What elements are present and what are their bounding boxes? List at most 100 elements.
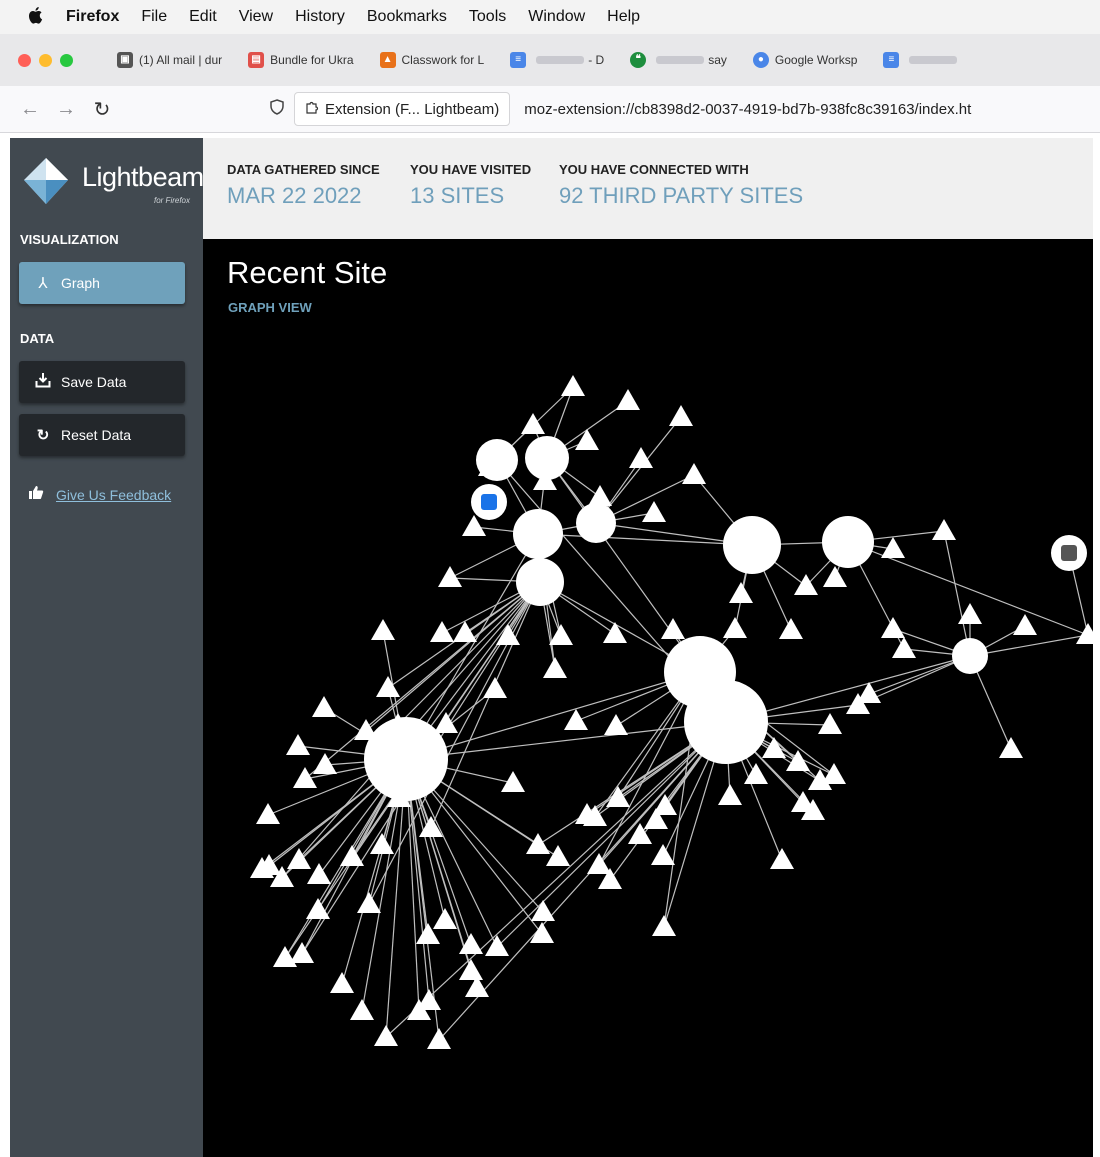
feedback-link[interactable]: Give Us Feedback bbox=[28, 485, 171, 504]
tab-gmail[interactable]: ▣ (1) All mail | dur bbox=[117, 52, 222, 68]
visited-site-node[interactable] bbox=[723, 516, 781, 574]
third-party-node[interactable] bbox=[546, 845, 570, 866]
third-party-node[interactable] bbox=[307, 863, 331, 884]
third-party-node[interactable] bbox=[350, 999, 374, 1020]
visited-site-node[interactable] bbox=[822, 516, 874, 568]
menu-bookmarks[interactable]: Bookmarks bbox=[367, 8, 447, 26]
menu-help[interactable]: Help bbox=[607, 8, 640, 26]
visited-site-node[interactable] bbox=[525, 436, 569, 480]
tab-workspace[interactable]: ● Google Worksp bbox=[752, 52, 857, 68]
visited-site-node[interactable] bbox=[476, 439, 518, 481]
menu-file[interactable]: File bbox=[141, 8, 167, 26]
graph-button[interactable]: ⅄ Graph bbox=[19, 262, 185, 304]
third-party-node[interactable] bbox=[483, 677, 507, 698]
visited-site-node[interactable] bbox=[684, 680, 768, 764]
menu-window[interactable]: Window bbox=[528, 8, 585, 26]
third-party-node[interactable] bbox=[661, 618, 685, 639]
visited-site-node[interactable] bbox=[364, 717, 448, 801]
tab-classwork[interactable]: ▲ Classwork for L bbox=[379, 52, 484, 68]
apple-icon[interactable] bbox=[28, 6, 50, 29]
third-party-node[interactable] bbox=[371, 619, 395, 640]
third-party-node[interactable] bbox=[549, 624, 573, 645]
visited-site-node[interactable] bbox=[952, 638, 988, 674]
third-party-node[interactable] bbox=[521, 413, 545, 434]
extension-label: Extension (F... Lightbeam) bbox=[325, 100, 500, 118]
visited-site-node[interactable] bbox=[516, 558, 564, 606]
third-party-node[interactable] bbox=[652, 915, 676, 936]
third-party-node[interactable] bbox=[588, 485, 612, 506]
menu-history[interactable]: History bbox=[295, 8, 345, 26]
third-party-node[interactable] bbox=[564, 709, 588, 730]
third-party-node[interactable] bbox=[459, 959, 483, 980]
third-party-node[interactable] bbox=[770, 848, 794, 869]
third-party-node[interactable] bbox=[286, 734, 310, 755]
third-party-node[interactable] bbox=[729, 582, 753, 603]
third-party-node[interactable] bbox=[256, 803, 280, 824]
reload-icon[interactable]: ↻ bbox=[84, 97, 120, 122]
url-field[interactable]: moz-extension://cb8398d2-0037-4919-bd7b-… bbox=[524, 101, 1044, 118]
third-party-node[interactable] bbox=[718, 784, 742, 805]
third-party-node[interactable] bbox=[629, 447, 653, 468]
third-party-node[interactable] bbox=[526, 833, 550, 854]
third-party-node[interactable] bbox=[374, 1025, 398, 1046]
tab-doc[interactable]: ≡ - D bbox=[510, 52, 604, 68]
forward-arrow-icon[interactable]: → bbox=[48, 98, 84, 121]
third-party-node[interactable] bbox=[744, 763, 768, 784]
third-party-node[interactable] bbox=[313, 753, 337, 774]
menu-firefox[interactable]: Firefox bbox=[66, 8, 119, 26]
visited-site-node[interactable] bbox=[513, 509, 563, 559]
third-party-node[interactable] bbox=[823, 566, 847, 587]
third-party-node[interactable] bbox=[818, 713, 842, 734]
third-party-node[interactable] bbox=[604, 714, 628, 735]
third-party-node[interactable] bbox=[561, 375, 585, 396]
third-party-node[interactable] bbox=[453, 621, 477, 642]
third-party-node[interactable] bbox=[430, 621, 454, 642]
third-party-node[interactable] bbox=[932, 519, 956, 540]
third-party-node[interactable] bbox=[669, 405, 693, 426]
third-party-node[interactable] bbox=[530, 922, 554, 943]
third-party-node[interactable] bbox=[312, 696, 336, 717]
shield-icon[interactable] bbox=[270, 98, 284, 120]
third-party-node[interactable] bbox=[273, 946, 297, 967]
third-party-node[interactable] bbox=[370, 833, 394, 854]
visited-site-node[interactable] bbox=[576, 503, 616, 543]
third-party-node[interactable] bbox=[642, 501, 666, 522]
third-party-node[interactable] bbox=[892, 637, 916, 658]
extension-identity-chip[interactable]: Extension (F... Lightbeam) bbox=[294, 92, 511, 126]
favicon-site-node[interactable] bbox=[1051, 535, 1087, 571]
third-party-node[interactable] bbox=[287, 848, 311, 869]
save-data-button[interactable]: Save Data bbox=[19, 361, 185, 403]
third-party-node[interactable] bbox=[1013, 614, 1037, 635]
favicon-site-node[interactable] bbox=[471, 484, 507, 520]
menu-tools[interactable]: Tools bbox=[469, 8, 506, 26]
visualization-heading: VISUALIZATION bbox=[20, 232, 119, 247]
third-party-node[interactable] bbox=[651, 844, 675, 865]
tab-doc-2[interactable]: ≡ bbox=[883, 52, 961, 68]
stat-connected-value: 92 THIRD PARTY SITES bbox=[559, 183, 804, 208]
tab-hangouts[interactable]: ❝ say bbox=[630, 52, 727, 68]
back-arrow-icon[interactable]: ← bbox=[12, 98, 48, 121]
minimize-window-button[interactable] bbox=[39, 53, 52, 67]
third-party-node[interactable] bbox=[616, 389, 640, 410]
network-graph[interactable] bbox=[203, 239, 1093, 1157]
third-party-node[interactable] bbox=[330, 972, 354, 993]
reset-data-button[interactable]: ↻ Reset Data bbox=[19, 414, 185, 456]
third-party-node[interactable] bbox=[340, 845, 364, 866]
third-party-node[interactable] bbox=[357, 892, 381, 913]
third-party-node[interactable] bbox=[881, 617, 905, 638]
menu-edit[interactable]: Edit bbox=[189, 8, 217, 26]
menu-view[interactable]: View bbox=[239, 8, 273, 26]
third-party-node[interactable] bbox=[438, 566, 462, 587]
third-party-node[interactable] bbox=[1076, 623, 1093, 644]
third-party-node[interactable] bbox=[999, 737, 1023, 758]
third-party-node[interactable] bbox=[779, 618, 803, 639]
third-party-node[interactable] bbox=[376, 676, 400, 697]
third-party-node[interactable] bbox=[543, 657, 567, 678]
third-party-node[interactable] bbox=[603, 622, 627, 643]
third-party-node[interactable] bbox=[682, 463, 706, 484]
close-window-button[interactable] bbox=[18, 53, 31, 67]
third-party-node[interactable] bbox=[575, 429, 599, 450]
zoom-window-button[interactable] bbox=[60, 53, 73, 67]
tab-bundle[interactable]: ▤ Bundle for Ukra bbox=[248, 52, 354, 68]
third-party-node[interactable] bbox=[723, 617, 747, 638]
